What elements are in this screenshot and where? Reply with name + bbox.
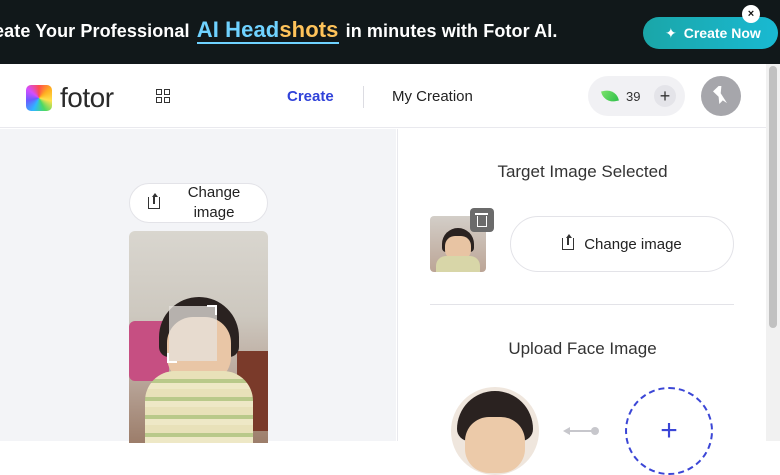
create-now-label: Create Now bbox=[683, 25, 761, 41]
logo-text: fotor bbox=[60, 82, 114, 113]
face-image-preview[interactable] bbox=[451, 387, 539, 475]
promo-banner: eate Your Professional AI Headshots in m… bbox=[0, 0, 780, 64]
magic-wand-icon: ✦ bbox=[665, 24, 677, 41]
credits-pill[interactable]: 39 + bbox=[588, 76, 685, 116]
banner-highlight-a: AI Head bbox=[196, 17, 280, 42]
photo-child-shirt bbox=[145, 371, 253, 443]
bird-avatar-icon bbox=[713, 86, 727, 104]
nav-my-creation[interactable]: My Creation bbox=[392, 88, 473, 105]
thumb-shirt bbox=[436, 256, 480, 272]
nav-divider bbox=[363, 86, 364, 108]
face-box-corner-bottom-left bbox=[167, 353, 177, 363]
credits-count: 39 bbox=[626, 88, 641, 104]
plus-icon[interactable]: + bbox=[654, 85, 676, 107]
swap-arrow-head bbox=[563, 427, 570, 435]
face-image-face bbox=[465, 417, 525, 473]
banner-message: eate Your Professional AI Headshots in m… bbox=[0, 18, 557, 44]
settings-panel: Target Image Selected Change image Uploa… bbox=[397, 129, 766, 475]
change-target-image-label: Change image bbox=[584, 235, 682, 253]
fotor-logo-mark bbox=[26, 85, 52, 111]
upload-icon bbox=[148, 193, 160, 209]
target-image-title: Target Image Selected bbox=[497, 162, 668, 181]
banner-highlight-b: shots bbox=[279, 17, 339, 42]
close-icon[interactable]: × bbox=[742, 5, 760, 23]
add-face-button[interactable]: + bbox=[625, 387, 713, 475]
upload-face-title: Upload Face Image bbox=[508, 339, 657, 358]
change-image-button[interactable]: Change image bbox=[129, 183, 268, 223]
create-now-button[interactable]: ✦ Create Now bbox=[643, 17, 778, 49]
upload-icon bbox=[562, 234, 575, 250]
swap-arrow-icon bbox=[563, 427, 599, 435]
target-photo-preview bbox=[129, 231, 268, 443]
leaf-credit-icon bbox=[601, 88, 619, 104]
banner-text-after: in minutes with Fotor AI. bbox=[345, 21, 558, 41]
change-target-image-button[interactable]: Change image bbox=[510, 216, 734, 272]
section-divider bbox=[430, 304, 734, 305]
scrollbar-thumb[interactable] bbox=[769, 66, 777, 328]
fotor-logo[interactable]: fotor bbox=[26, 82, 114, 114]
trash-icon-body bbox=[475, 213, 488, 227]
canvas-panel: Change image bbox=[0, 129, 396, 443]
face-box-corner-top-right bbox=[207, 305, 217, 315]
change-image-label: Change image bbox=[187, 184, 241, 221]
apps-grid-icon[interactable] bbox=[156, 89, 170, 103]
trash-icon[interactable] bbox=[470, 208, 494, 232]
page-scrollbar[interactable] bbox=[766, 64, 780, 441]
avatar[interactable] bbox=[701, 76, 741, 116]
app-header: fotor Create My Creation 39 + bbox=[0, 64, 766, 128]
nav-create[interactable]: Create bbox=[287, 88, 334, 105]
banner-highlight: AI Headshots bbox=[196, 17, 339, 44]
banner-text-before: eate Your Professional bbox=[0, 21, 190, 41]
